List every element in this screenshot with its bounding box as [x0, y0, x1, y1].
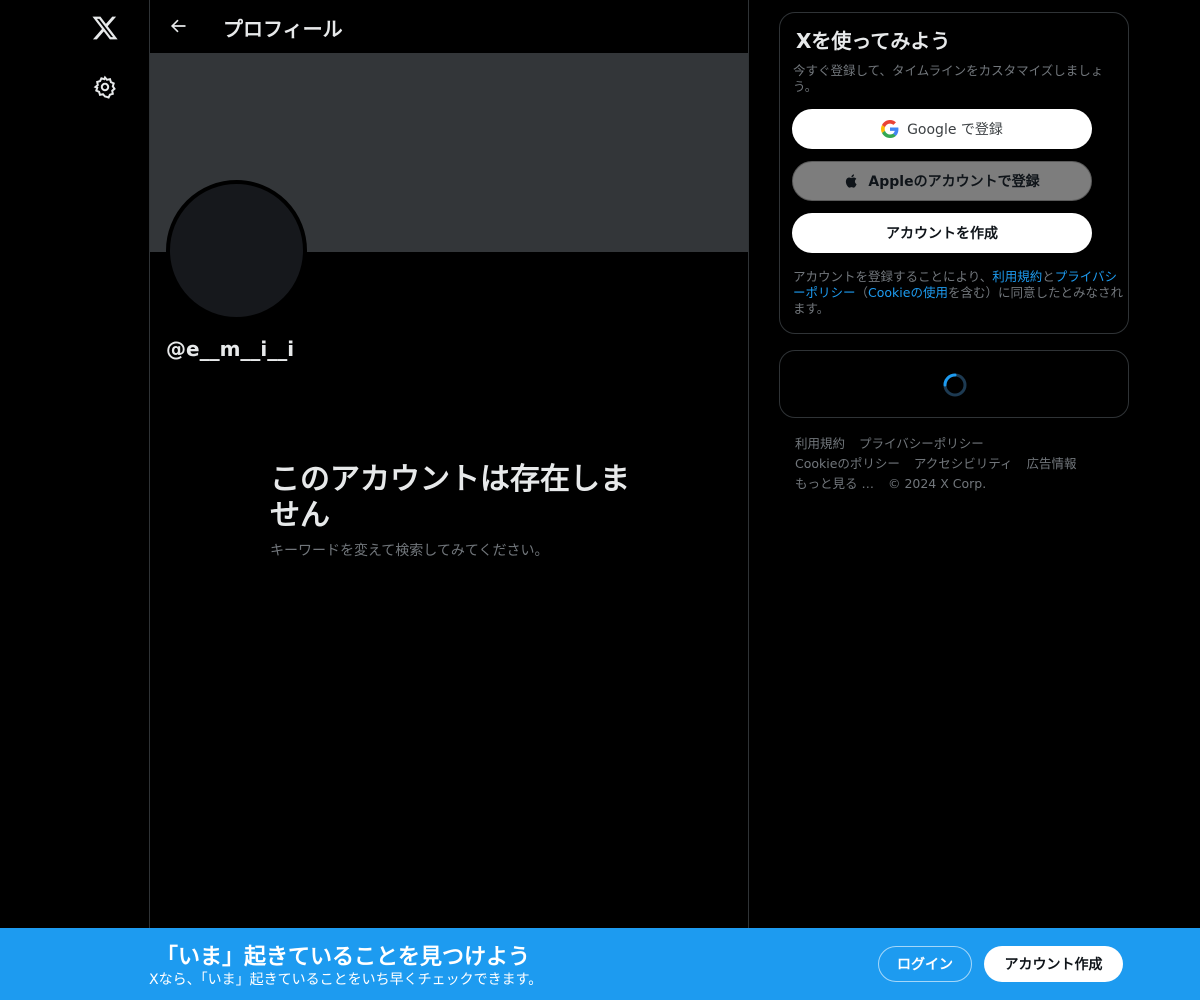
bottom-create-account-button[interactable]: アカウント作成 — [984, 946, 1123, 982]
signup-description: 今すぐ登録して、タイムラインをカスタマイズしましょう。 — [793, 63, 1104, 94]
login-button[interactable]: ログイン — [878, 946, 972, 982]
profile-header: プロフィール — [150, 0, 748, 53]
signup-card: Xを使ってみよう 今すぐ登録して、タイムラインをカスタマイズしましょう。 Goo… — [779, 12, 1129, 334]
apple-icon — [846, 174, 857, 188]
page-title: プロフィール — [223, 17, 343, 41]
create-account-label: アカウントを作成 — [886, 226, 998, 242]
google-signup-button[interactable]: Google で登録 — [792, 109, 1092, 149]
cookie-link[interactable]: Cookieの使用 — [868, 285, 948, 300]
legal-text: （ — [855, 285, 869, 300]
apple-signup-label: Appleのアカウントで登録 — [868, 174, 1040, 190]
empty-state: このアカウントは存在しません キーワードを変えて検索してみてください。 — [270, 462, 630, 560]
legal-text: アカウントを登録することにより、 — [793, 269, 993, 284]
bottom-bar-subtitle: Xなら、「いま」起きていることをいち早くチェックできます。 — [149, 972, 543, 988]
empty-state-title: このアカウントは存在しません — [270, 462, 630, 533]
loading-card — [779, 350, 1129, 418]
empty-state-subtitle: キーワードを変えて検索してみてください。 — [270, 543, 549, 559]
profile-handle: @e__m__i__i — [166, 337, 295, 361]
legal-text: と — [1042, 269, 1055, 284]
footer-link-ads[interactable]: 広告情報 — [1027, 456, 1077, 471]
footer-link-privacy[interactable]: プライバシーポリシー — [859, 436, 984, 451]
footer-link-cookie[interactable]: Cookieのポリシー — [795, 456, 900, 471]
back-button[interactable] — [160, 8, 196, 44]
spinner-icon — [943, 373, 967, 397]
bottom-bar-title: 「いま」起きていることを見つけよう — [156, 945, 531, 970]
terms-link[interactable]: 利用規約 — [992, 269, 1042, 284]
signup-legal: アカウントを登録することにより、利用規約とプライバシーポリシー（Cookieの使… — [793, 269, 1123, 317]
arrow-left-icon — [170, 19, 186, 33]
signup-title: Xを使ってみよう — [796, 29, 951, 53]
create-account-button[interactable]: アカウントを作成 — [792, 213, 1092, 253]
apple-signup-button[interactable]: Appleのアカウントで登録 — [792, 161, 1092, 201]
footer-link-more[interactable]: もっと見る … — [795, 476, 874, 491]
footer-link-terms[interactable]: 利用規約 — [795, 436, 845, 451]
avatar — [166, 180, 307, 321]
x-logo-icon[interactable] — [83, 6, 127, 50]
gear-icon[interactable] — [83, 65, 127, 109]
google-icon — [881, 120, 899, 138]
bottom-signup-bar: 「いま」起きていることを見つけよう Xなら、「いま」起きていることをいち早くチェ… — [0, 928, 1200, 1000]
google-signup-label: Google で登録 — [907, 122, 1003, 138]
footer-copyright: © 2024 X Corp. — [887, 476, 987, 491]
footer-link-accessibility[interactable]: アクセシビリティ — [914, 456, 1013, 471]
footer-links: 利用規約 プライバシーポリシー Cookieのポリシー アクセシビリティ 広告情… — [795, 434, 1115, 494]
left-nav — [0, 0, 150, 1000]
main-column: プロフィール @e__m__i__i このアカウントは存在しません キーワードを… — [149, 0, 749, 1000]
